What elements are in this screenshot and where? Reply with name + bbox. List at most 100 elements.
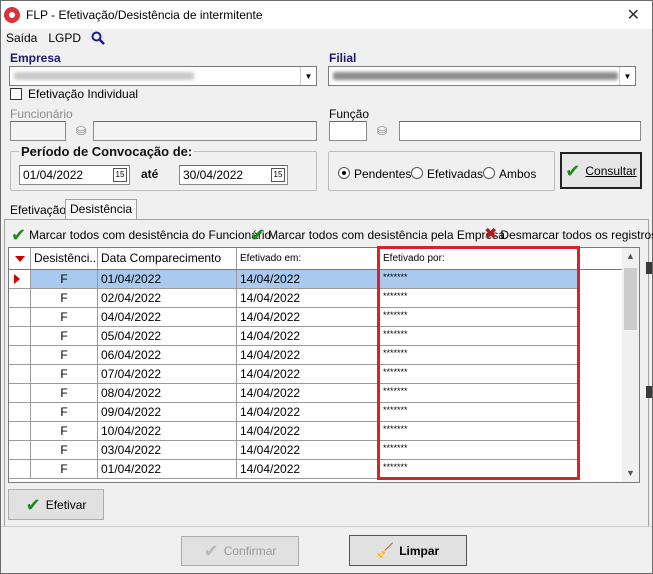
table-row[interactable]: F 09/04/2022 14/04/2022 ******* <box>9 403 623 422</box>
cell-efetivado-em: 14/04/2022 <box>237 441 380 460</box>
cell-data-comparecimento: 04/04/2022 <box>98 308 237 327</box>
close-icon[interactable]: ✕ <box>627 5 640 25</box>
app-logo-icon <box>4 7 20 23</box>
sort-down-icon <box>15 256 25 262</box>
efetivacao-individual-checkbox[interactable] <box>10 88 22 100</box>
table-row[interactable]: F 07/04/2022 14/04/2022 ******* <box>9 365 623 384</box>
cell-efetivado-por: ******* <box>380 365 578 384</box>
empresa-label: Empresa <box>10 51 61 65</box>
cell-desistencia: F <box>31 365 98 384</box>
data-de-input[interactable]: 01/04/2022 15 <box>19 165 130 185</box>
table-row[interactable]: F 04/04/2022 14/04/2022 ******* <box>9 308 623 327</box>
funcao-name-input[interactable] <box>399 121 641 141</box>
checkmark-icon: ✔ <box>565 160 581 181</box>
cell-data-comparecimento: 03/04/2022 <box>98 441 237 460</box>
table-row[interactable]: F 01/04/2022 14/04/2022 ******* <box>9 270 623 289</box>
marcar-funcionario-label: Marcar todos com desistência do Funcioná… <box>29 228 272 242</box>
desmarcar-action[interactable]: ✖ Desmarcar todos os registros <box>484 226 653 243</box>
radio-ambos[interactable] <box>483 167 495 179</box>
scroll-down-icon[interactable]: ▼ <box>622 465 639 482</box>
consultar-label: Consultar <box>585 163 637 178</box>
scroll-thumb[interactable] <box>624 268 637 330</box>
radio-pendentes[interactable] <box>338 167 350 179</box>
table-row[interactable]: F 03/04/2022 14/04/2022 ******* <box>9 441 623 460</box>
row-indicator[interactable] <box>9 327 31 346</box>
header-desistencia[interactable]: Desistênci... <box>31 248 98 269</box>
data-ate-input[interactable]: 30/04/2022 15 <box>179 165 288 185</box>
cell-desistencia: F <box>31 403 98 422</box>
row-indicator[interactable] <box>9 308 31 327</box>
header-efetivado-por[interactable]: Efetivado por: <box>380 248 578 269</box>
consultar-button[interactable]: ✔ Consultar <box>560 152 642 189</box>
marcar-funcionario-action[interactable]: ✔ Marcar todos com desistência do Funcio… <box>11 226 272 244</box>
table-row[interactable]: F 06/04/2022 14/04/2022 ******* <box>9 346 623 365</box>
cell-data-comparecimento: 02/04/2022 <box>98 289 237 308</box>
table-row[interactable]: F 02/04/2022 14/04/2022 ******* <box>9 289 623 308</box>
table-row[interactable]: F 01/04/2022 14/04/2022 ******* <box>9 460 623 479</box>
current-row-arrow-icon <box>14 274 20 284</box>
row-indicator[interactable] <box>9 441 31 460</box>
cell-desistencia: F <box>31 346 98 365</box>
cell-efetivado-por: ******* <box>380 441 578 460</box>
table-row[interactable]: F 05/04/2022 14/04/2022 ******* <box>9 327 623 346</box>
cell-efetivado-por: ******* <box>380 289 578 308</box>
cell-efetivado-por: ******* <box>380 346 578 365</box>
table-row[interactable]: F 08/04/2022 14/04/2022 ******* <box>9 384 623 403</box>
cell-efetivado-em: 14/04/2022 <box>237 289 380 308</box>
chevron-down-icon[interactable]: ▼ <box>619 67 635 85</box>
records-grid[interactable]: Desistênci... Data Comparecimento Efetiv… <box>8 247 640 483</box>
efetivar-button[interactable]: ✔ Efetivar <box>8 489 104 520</box>
limpar-button[interactable]: 🧹 Limpar <box>349 535 467 566</box>
indicator-header[interactable] <box>9 248 31 269</box>
efetivacao-individual-label: Efetivação Individual <box>28 87 139 101</box>
cell-efetivado-em: 14/04/2022 <box>237 365 380 384</box>
row-indicator[interactable] <box>9 403 31 422</box>
checkmark-icon: ✔ <box>203 541 219 561</box>
header-efetivado-em[interactable]: Efetivado em: <box>237 248 380 269</box>
menu-lgpd[interactable]: LGPD <box>48 31 81 45</box>
tab-efetivacao[interactable]: Efetivação <box>6 201 70 221</box>
filial-label: Filial <box>329 51 357 65</box>
row-indicator[interactable] <box>9 346 31 365</box>
ate-label: até <box>141 167 159 181</box>
radio-efetivadas[interactable] <box>411 167 423 179</box>
row-indicator[interactable] <box>9 289 31 308</box>
funcionario-code-input[interactable] <box>10 121 66 141</box>
row-indicator[interactable] <box>9 270 31 289</box>
cell-efetivado-por: ******* <box>380 460 578 479</box>
grid-scrollbar[interactable]: ▲ ▼ <box>622 248 639 482</box>
red-x-icon: ✖ <box>484 226 498 243</box>
filial-value <box>333 72 618 80</box>
marcar-empresa-label: Marcar todos com desistência pela Empres… <box>268 228 505 242</box>
row-indicator[interactable] <box>9 384 31 403</box>
table-row[interactable]: F 10/04/2022 14/04/2022 ******* <box>9 422 623 441</box>
search-icon[interactable] <box>91 31 105 45</box>
confirmar-button[interactable]: ✔ Confirmar <box>181 536 299 566</box>
tab-desistencia[interactable]: Desistência <box>65 199 138 220</box>
cell-data-comparecimento: 09/04/2022 <box>98 403 237 422</box>
header-data-comparecimento[interactable]: Data Comparecimento <box>98 248 237 269</box>
cell-efetivado-por: ******* <box>380 422 578 441</box>
row-indicator[interactable] <box>9 422 31 441</box>
efetivadas-label: Efetivadas <box>427 167 484 181</box>
confirmar-label: Confirmar <box>223 544 277 558</box>
chevron-down-icon[interactable]: ▼ <box>300 67 316 85</box>
row-indicator[interactable] <box>9 365 31 384</box>
calendar-icon[interactable]: 15 <box>271 168 285 182</box>
cell-desistencia: F <box>31 422 98 441</box>
calendar-icon[interactable]: 15 <box>113 168 127 182</box>
cell-desistencia: F <box>31 327 98 346</box>
row-indicator[interactable] <box>9 460 31 479</box>
limpar-label: Limpar <box>399 543 440 558</box>
binoculars-icon[interactable]: ⛁ <box>76 124 86 138</box>
filial-select[interactable]: ▼ <box>328 66 636 86</box>
cell-efetivado-em: 14/04/2022 <box>237 308 380 327</box>
cell-efetivado-em: 14/04/2022 <box>237 346 380 365</box>
funcionario-name-input[interactable] <box>93 121 317 141</box>
menu-saida[interactable]: Saída <box>6 31 37 45</box>
marcar-empresa-action[interactable]: ✔ Marcar todos com desistência pela Empr… <box>250 226 505 244</box>
binoculars-icon[interactable]: ⛁ <box>377 124 387 138</box>
scroll-up-icon[interactable]: ▲ <box>622 248 639 265</box>
empresa-select[interactable]: ▼ <box>9 66 317 86</box>
funcao-code-input[interactable] <box>329 121 367 141</box>
